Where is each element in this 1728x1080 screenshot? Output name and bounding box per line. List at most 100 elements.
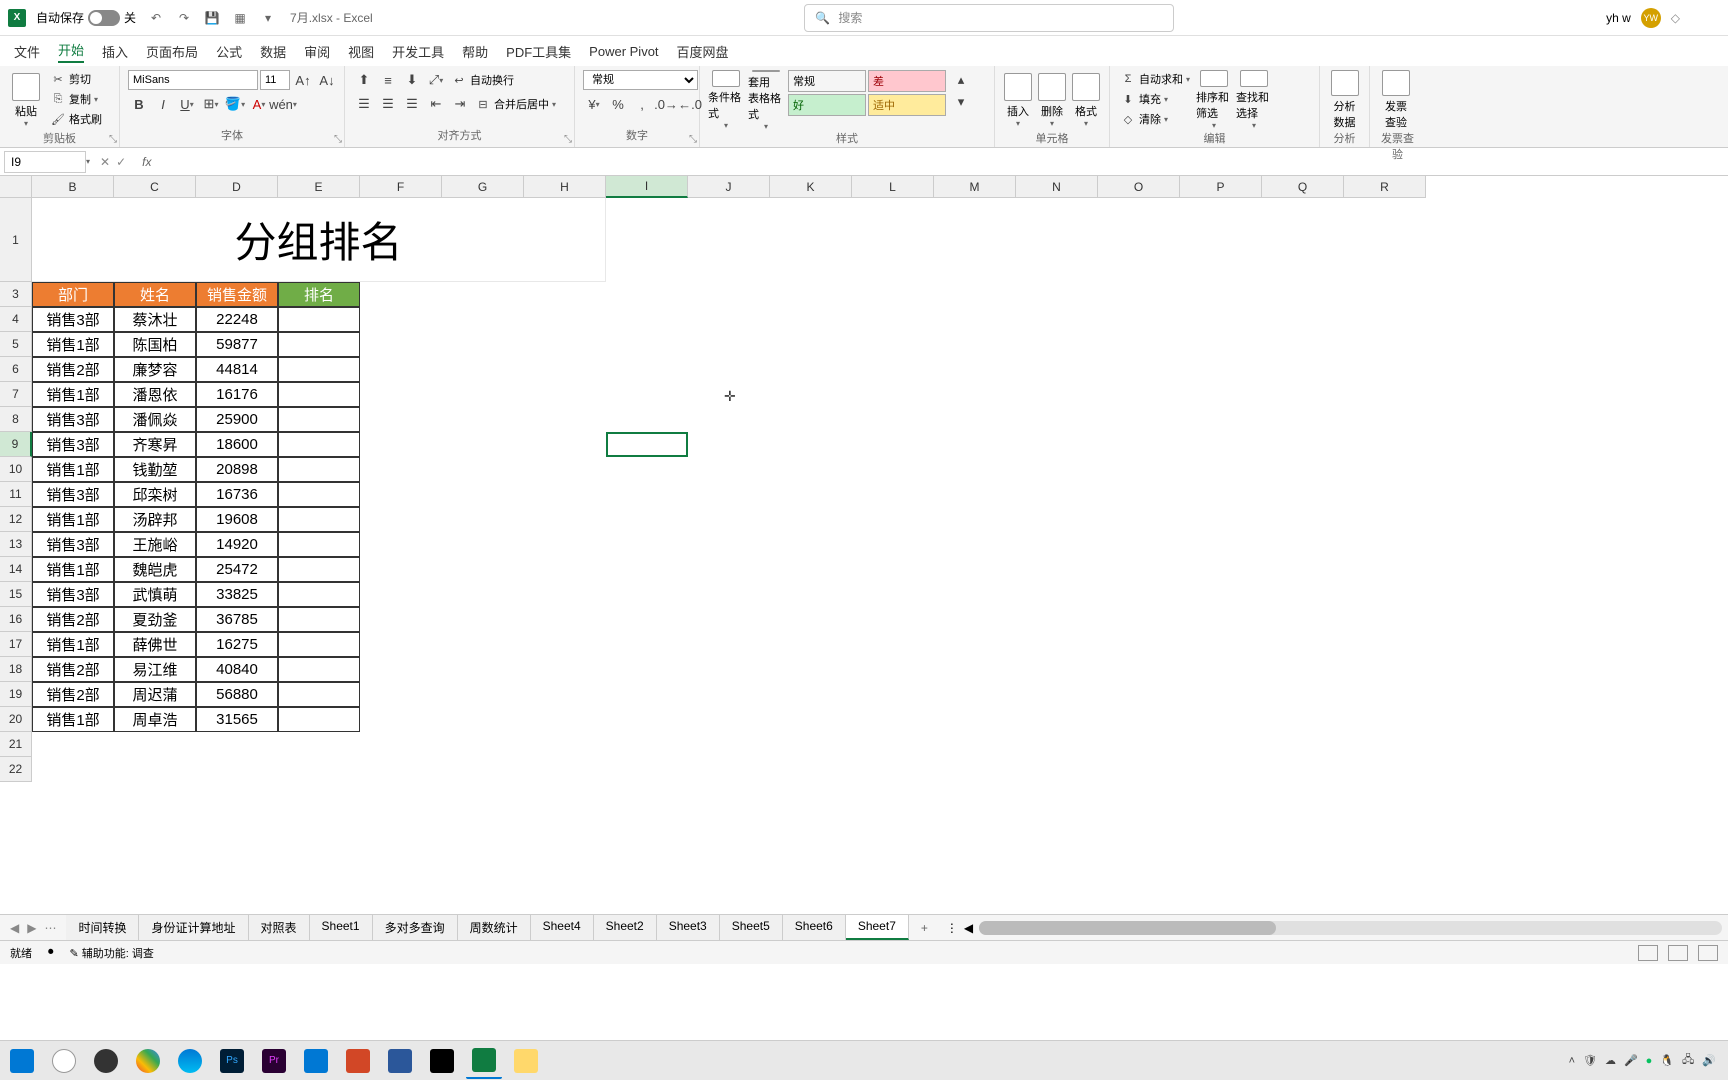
increase-font-icon[interactable]: A↑	[292, 70, 314, 90]
cell-E18[interactable]	[278, 657, 360, 682]
tray-qq-icon[interactable]: 🐧	[1660, 1054, 1674, 1067]
cell-D12[interactable]: 19608	[196, 507, 278, 532]
align-top-icon[interactable]: ⬆	[353, 70, 375, 90]
cell-D17[interactable]: 16275	[196, 632, 278, 657]
border-button[interactable]: ⊞▾	[200, 94, 222, 114]
powerpoint-button[interactable]	[340, 1043, 376, 1079]
sheet-tab-周数统计[interactable]: 周数统计	[458, 915, 531, 940]
cell-C4[interactable]: 蔡沐壮	[114, 307, 196, 332]
start-button[interactable]	[4, 1043, 40, 1079]
cell-D7[interactable]: 16176	[196, 382, 278, 407]
cell-E11[interactable]	[278, 482, 360, 507]
row-header-16[interactable]: 16	[0, 607, 32, 632]
copy-button[interactable]: ⎘复制▾	[48, 90, 104, 108]
sheet-prev-icon[interactable]: ◀	[10, 921, 19, 935]
increase-decimal-icon[interactable]: .0→	[655, 94, 677, 114]
invoice-check-button[interactable]: 发票 查验	[1378, 70, 1414, 130]
fill-color-button[interactable]: 🪣▾	[224, 94, 246, 114]
search-button[interactable]	[46, 1043, 82, 1079]
underline-button[interactable]: U▾	[176, 94, 198, 114]
cell-D13[interactable]: 14920	[196, 532, 278, 557]
macro-record-icon[interactable]: ⏺	[48, 946, 54, 959]
page-layout-button[interactable]	[1668, 945, 1688, 961]
paste-button[interactable]: 粘贴▾	[8, 70, 44, 130]
fill-button[interactable]: ⬇填充▾	[1118, 90, 1192, 108]
style-good[interactable]: 好	[788, 94, 866, 116]
font-size-select[interactable]	[260, 70, 290, 90]
col-header-G[interactable]: G	[442, 176, 524, 198]
cell-B6[interactable]: 销售2部	[32, 357, 114, 382]
cell-E7[interactable]	[278, 382, 360, 407]
cell-D18[interactable]: 40840	[196, 657, 278, 682]
format-painter-button[interactable]: 🖌格式刷	[48, 110, 104, 128]
align-left-icon[interactable]: ☰	[353, 94, 375, 114]
cell-E10[interactable]	[278, 457, 360, 482]
analyze-data-button[interactable]: 分析 数据	[1328, 70, 1361, 130]
sheet-next-icon[interactable]: ▶	[27, 921, 36, 935]
chrome-button[interactable]	[130, 1043, 166, 1079]
font-launcher-icon[interactable]: ⤡	[334, 134, 342, 145]
cell-E12[interactable]	[278, 507, 360, 532]
phonetic-button[interactable]: wén▾	[272, 94, 294, 114]
row-header-7[interactable]: 7	[0, 382, 32, 407]
sheet-tab-Sheet5[interactable]: Sheet5	[720, 915, 783, 940]
row-header-4[interactable]: 4	[0, 307, 32, 332]
col-header-H[interactable]: H	[524, 176, 606, 198]
tab-开始[interactable]: 开始	[58, 40, 84, 63]
italic-button[interactable]: I	[152, 94, 174, 114]
cell-D14[interactable]: 25472	[196, 557, 278, 582]
save-icon[interactable]: 💾	[202, 8, 222, 28]
spreadsheet-grid[interactable]: BCDEFGHIJKLMNOPQR 1345678910111213141516…	[0, 176, 1728, 914]
cell-B4[interactable]: 销售3部	[32, 307, 114, 332]
cell-B1[interactable]: 分组排名	[32, 198, 606, 282]
col-header-M[interactable]: M	[934, 176, 1016, 198]
accessibility-status[interactable]: ✎ 辅助功能: 调查	[70, 945, 154, 961]
decrease-indent-icon[interactable]: ⇤	[425, 94, 447, 114]
cell-B11[interactable]: 销售3部	[32, 482, 114, 507]
style-bad[interactable]: 差	[868, 70, 946, 92]
tray-shield-icon[interactable]: 🛡	[1583, 1054, 1597, 1067]
number-format-select[interactable]: 常规	[583, 70, 698, 90]
cell-D8[interactable]: 25900	[196, 407, 278, 432]
row-header-6[interactable]: 6	[0, 357, 32, 382]
col-header-I[interactable]: I	[606, 176, 688, 198]
cell-D15[interactable]: 33825	[196, 582, 278, 607]
row-header-15[interactable]: 15	[0, 582, 32, 607]
select-all-corner[interactable]	[0, 176, 32, 198]
col-header-P[interactable]: P	[1180, 176, 1262, 198]
percent-icon[interactable]: %	[607, 94, 629, 114]
font-color-button[interactable]: A▾	[248, 94, 270, 114]
undo-icon[interactable]: ↶	[146, 8, 166, 28]
diamond-icon[interactable]: ◇	[1671, 11, 1680, 25]
comma-icon[interactable]: ,	[631, 94, 653, 114]
conditional-format-button[interactable]: 条件格式▾	[708, 70, 744, 130]
row-header-5[interactable]: 5	[0, 332, 32, 357]
cell-C6[interactable]: 廉梦容	[114, 357, 196, 382]
cell-C15[interactable]: 武慎萌	[114, 582, 196, 607]
cell-B13[interactable]: 销售3部	[32, 532, 114, 557]
row-header-14[interactable]: 14	[0, 557, 32, 582]
cell-B7[interactable]: 销售1部	[32, 382, 114, 407]
cell-C16[interactable]: 夏劲釜	[114, 607, 196, 632]
table-icon[interactable]: ▦	[230, 8, 250, 28]
cell-D16[interactable]: 36785	[196, 607, 278, 632]
cell-D10[interactable]: 20898	[196, 457, 278, 482]
insert-cells-button[interactable]: 插入▾	[1003, 70, 1033, 130]
row-header-1[interactable]: 1	[0, 198, 32, 282]
horizontal-scrollbar[interactable]	[979, 921, 1722, 935]
align-right-icon[interactable]: ☰	[401, 94, 423, 114]
sheet-tab-Sheet4[interactable]: Sheet4	[531, 915, 594, 940]
cell-E17[interactable]	[278, 632, 360, 657]
cell-D5[interactable]: 59877	[196, 332, 278, 357]
align-launcher-icon[interactable]: ⤡	[564, 134, 572, 145]
task-app-1[interactable]	[88, 1043, 124, 1079]
cell-D11[interactable]: 16736	[196, 482, 278, 507]
orientation-icon[interactable]: ⤢▾	[425, 70, 447, 90]
cell-B12[interactable]: 销售1部	[32, 507, 114, 532]
style-normal[interactable]: 常规	[788, 70, 866, 92]
style-more-up-icon[interactable]: ▴	[950, 70, 972, 90]
cell-C13[interactable]: 王施峪	[114, 532, 196, 557]
col-header-C[interactable]: C	[114, 176, 196, 198]
tab-开发工具[interactable]: 开发工具	[392, 42, 444, 61]
capcut-button[interactable]	[424, 1043, 460, 1079]
